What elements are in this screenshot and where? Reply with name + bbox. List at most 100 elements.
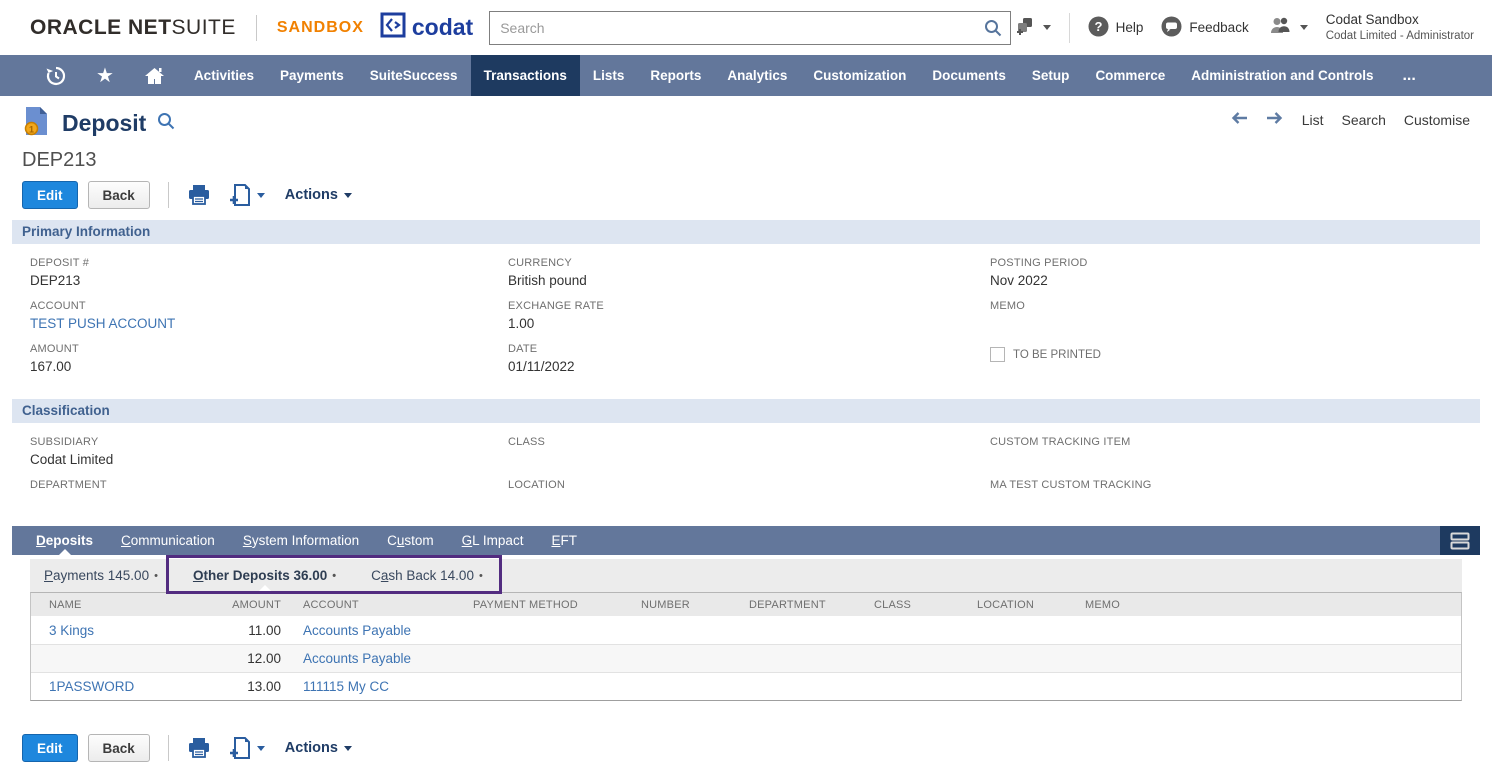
field-to-be-printed: TO BE PRINTED xyxy=(990,347,1492,362)
shortcuts-star-icon[interactable]: ★ xyxy=(82,55,128,96)
svg-text:1: 1 xyxy=(29,125,34,135)
subtab-other-deposits[interactable]: Other Deposits 36.00• xyxy=(189,559,340,592)
tab-eft[interactable]: EFT xyxy=(537,526,591,555)
svg-text:?: ? xyxy=(1094,19,1102,34)
nav-item-transactions[interactable]: Transactions xyxy=(471,55,580,96)
name-link[interactable]: 3 Kings xyxy=(31,623,196,638)
table-header-row: NAME AMOUNT ACCOUNT PAYMENT METHOD NUMBE… xyxy=(31,593,1461,616)
field-class: CLASS xyxy=(508,436,990,469)
edit-button[interactable]: Edit xyxy=(22,734,78,762)
nav-item-customization[interactable]: Customization xyxy=(800,55,919,96)
nav-item-lists[interactable]: Lists xyxy=(580,55,638,96)
record-tabs: Deposits Communication System Informatio… xyxy=(12,526,1480,555)
page-title: Deposit xyxy=(62,110,146,137)
field-date: DATE 01/11/2022 xyxy=(508,343,990,376)
field-ma-test-custom-tracking: MA TEST CUSTOM TRACKING xyxy=(990,479,1492,512)
nav-item-administration[interactable]: Administration and Controls xyxy=(1178,55,1386,96)
header-divider xyxy=(256,15,257,41)
table-row: 12.00 Accounts Payable xyxy=(31,644,1461,672)
primary-information-fields: DEPOSIT # DEP213 ACCOUNT TEST PUSH ACCOU… xyxy=(0,244,1492,388)
field-account: ACCOUNT TEST PUSH ACCOUNT xyxy=(30,300,508,333)
top-header: ORACLE NETSUITE SANDBOX codat ? Help Fee… xyxy=(0,0,1492,55)
to-be-printed-checkbox[interactable] xyxy=(990,347,1005,362)
header-divider xyxy=(1069,13,1070,43)
nav-item-activities[interactable]: Activities xyxy=(181,55,267,96)
add-record-icon[interactable] xyxy=(229,737,265,759)
account-info[interactable]: Codat Sandbox Codat Limited - Administra… xyxy=(1326,12,1474,43)
back-button[interactable]: Back xyxy=(88,181,150,209)
back-button[interactable]: Back xyxy=(88,734,150,762)
help-menu[interactable]: ? Help xyxy=(1088,16,1144,40)
account-link[interactable]: TEST PUSH ACCOUNT xyxy=(30,316,508,333)
other-deposits-table: NAME AMOUNT ACCOUNT PAYMENT METHOD NUMBE… xyxy=(30,592,1462,701)
global-search-input[interactable] xyxy=(489,11,1011,45)
account-link[interactable]: 111115 My CC xyxy=(291,679,461,694)
quick-add-menu[interactable] xyxy=(1014,15,1051,40)
table-row: 1PASSWORD 13.00 111115 My CC xyxy=(31,672,1461,700)
deposit-subtabs: Payments 145.00• Other Deposits 36.00• C… xyxy=(30,559,1462,592)
nav-item-reports[interactable]: Reports xyxy=(637,55,714,96)
field-department: DEPARTMENT xyxy=(30,479,508,512)
nav-item-suitesuccess[interactable]: SuiteSuccess xyxy=(357,55,471,96)
caret-down-icon xyxy=(344,746,352,751)
field-currency: CURRENCY British pound xyxy=(508,257,990,290)
actions-menu[interactable]: Actions xyxy=(285,187,352,203)
nav-item-setup[interactable]: Setup xyxy=(1019,55,1083,96)
field-custom-tracking-item: CUSTOM TRACKING ITEM xyxy=(990,436,1492,469)
tab-gl-impact[interactable]: GL Impact xyxy=(448,526,538,555)
back-arrow-icon[interactable] xyxy=(1230,111,1248,128)
subtab-cash-back[interactable]: Cash Back 14.00• xyxy=(367,559,487,592)
global-search xyxy=(489,11,1011,45)
recent-records-icon[interactable] xyxy=(30,55,82,96)
caret-down-icon xyxy=(257,746,265,751)
subtab-payments[interactable]: Payments 145.00• xyxy=(40,559,162,592)
tab-deposits[interactable]: Deposits xyxy=(22,526,107,555)
main-nav: ★ Activities Payments SuiteSuccess Trans… xyxy=(0,55,1492,96)
tab-custom[interactable]: Custom xyxy=(373,526,448,555)
nav-item-commerce[interactable]: Commerce xyxy=(1082,55,1178,96)
record-top-links: List Search Customise xyxy=(1230,111,1470,128)
tab-system-information[interactable]: System Information xyxy=(229,526,373,555)
search-link[interactable]: Search xyxy=(1342,112,1386,128)
print-icon[interactable] xyxy=(187,737,211,759)
codat-logo: codat xyxy=(380,12,473,44)
print-icon[interactable] xyxy=(187,184,211,206)
add-record-icon[interactable] xyxy=(229,184,265,206)
forward-arrow-icon[interactable] xyxy=(1266,111,1284,128)
help-icon: ? xyxy=(1088,16,1109,40)
list-link[interactable]: List xyxy=(1302,112,1324,128)
panel-layout-toggle[interactable] xyxy=(1440,526,1480,555)
name-link[interactable]: 1PASSWORD xyxy=(31,679,196,694)
account-link[interactable]: Accounts Payable xyxy=(291,623,461,638)
record-search-icon[interactable] xyxy=(156,111,176,136)
nav-item-analytics[interactable]: Analytics xyxy=(714,55,800,96)
caret-down-icon xyxy=(1043,25,1051,30)
toolbar-divider xyxy=(168,735,169,761)
record-title-row: 1 Deposit List Search Customise xyxy=(22,105,1470,142)
nav-more-button[interactable]: ... xyxy=(1386,55,1431,96)
home-icon[interactable] xyxy=(128,55,181,96)
actions-menu[interactable]: Actions xyxy=(285,740,352,756)
account-role: Codat Limited - Administrator xyxy=(1326,29,1474,43)
record-toolbar-top: Edit Back Actions xyxy=(22,181,1492,209)
field-posting-period: POSTING PERIOD Nov 2022 xyxy=(990,257,1492,290)
deposit-record-icon: 1 xyxy=(22,105,50,142)
account-link[interactable]: Accounts Payable xyxy=(291,651,461,666)
header-right-cluster: ? Help Feedback Codat Sandbox Codat Limi… xyxy=(1014,12,1474,43)
toolbar-divider xyxy=(168,182,169,208)
tab-communication[interactable]: Communication xyxy=(107,526,229,555)
feedback-menu[interactable]: Feedback xyxy=(1161,16,1248,40)
codat-icon xyxy=(380,12,406,44)
field-location: LOCATION xyxy=(508,479,990,512)
customise-link[interactable]: Customise xyxy=(1404,112,1470,128)
nav-item-payments[interactable]: Payments xyxy=(267,55,357,96)
oracle-netsuite-logo: ORACLE NETSUITE xyxy=(30,16,236,40)
field-exchange-rate: EXCHANGE RATE 1.00 xyxy=(508,300,990,333)
record-id: DEP213 xyxy=(22,149,1492,172)
search-icon[interactable] xyxy=(983,18,1003,43)
role-switcher[interactable] xyxy=(1267,15,1308,40)
edit-button[interactable]: Edit xyxy=(22,181,78,209)
nav-item-documents[interactable]: Documents xyxy=(919,55,1019,96)
record-toolbar-bottom: Edit Back Actions xyxy=(22,734,1492,762)
table-row: 3 Kings 11.00 Accounts Payable xyxy=(31,616,1461,644)
